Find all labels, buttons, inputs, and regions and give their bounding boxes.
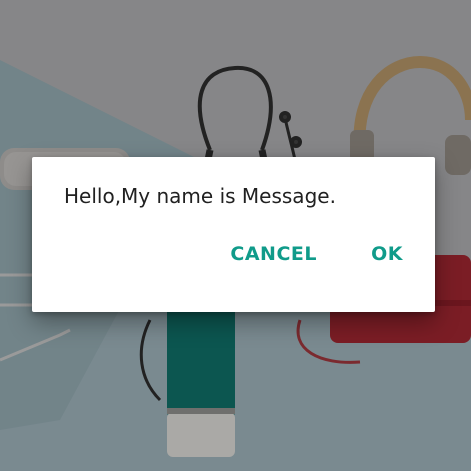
dialog-message: Hello,My name is Message. [64,184,336,208]
alert-dialog: Hello,My name is Message. CANCEL OK [32,157,435,312]
ok-button[interactable]: OK [355,236,419,272]
dialog-actions: CANCEL OK [222,236,419,272]
app-screen: Hello,My name is Message. CANCEL OK [0,0,471,471]
cancel-button[interactable]: CANCEL [222,236,325,272]
